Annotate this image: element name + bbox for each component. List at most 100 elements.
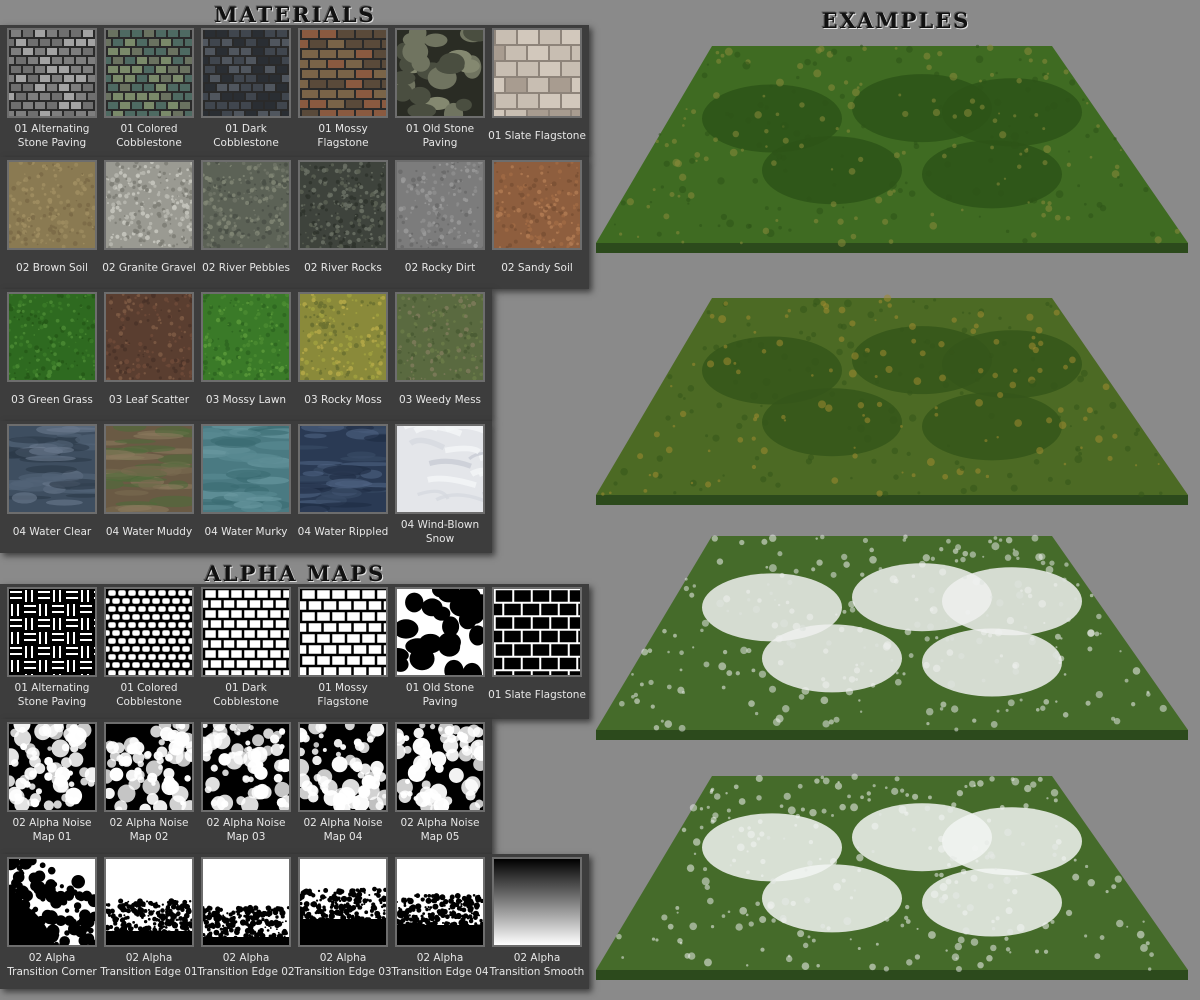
alpha-map-label: 02 Alpha Transition Edge 04 <box>391 952 489 978</box>
alpha-map-preview-alpha-brick-small <box>191 589 300 679</box>
terrain-render-terrain-snow-heavy <box>596 773 1188 980</box>
material-swatch[interactable] <box>201 160 291 250</box>
material-preview-soil-red <box>493 160 581 250</box>
alpha-map-preview-alpha-noise <box>390 721 489 814</box>
material-swatch[interactable] <box>7 292 97 383</box>
alpha-map-preview-alpha-gradient <box>494 859 580 945</box>
material-swatch[interactable] <box>276 422 412 518</box>
material-swatch[interactable] <box>298 292 388 382</box>
alpha-map-swatch[interactable] <box>3 855 101 952</box>
alpha-map-swatch[interactable] <box>390 721 489 814</box>
alpha-map-preview-alpha-noise <box>2 715 101 813</box>
material-swatch[interactable] <box>474 28 592 124</box>
alpha-map-swatch[interactable] <box>385 582 491 687</box>
terrain-render-terrain-grass <box>596 44 1188 253</box>
material-preview-cobble-green <box>96 30 207 118</box>
material-swatch[interactable] <box>0 28 110 118</box>
material-preview-water-muddy <box>77 421 207 517</box>
material-swatch[interactable] <box>77 421 207 517</box>
alpha-map-label: 02 Alpha Transition Edge 01 <box>100 952 198 978</box>
material-preview-rocks-dark <box>298 160 387 250</box>
material-swatch[interactable] <box>395 159 485 250</box>
alpha-map-swatch[interactable] <box>2 715 101 813</box>
material-label: 03 Leaf Scatter <box>108 394 190 406</box>
material-label: 02 Sandy Soil <box>501 262 573 274</box>
alpha-map-preview-alpha-corner <box>3 855 101 952</box>
material-label: 03 Mossy Lawn <box>205 394 287 406</box>
material-label: 04 Water Murky <box>204 526 288 538</box>
material-preview-water-ripple <box>276 422 412 518</box>
alpha-map-label: 02 Alpha Transition Corner <box>7 952 97 978</box>
alpha-map-swatch[interactable] <box>191 587 300 679</box>
alpha-map-swatch[interactable] <box>286 587 397 677</box>
alpha-map-swatch[interactable] <box>476 587 596 684</box>
alpha-map-label: 02 Alpha Noise Map 03 <box>206 817 286 843</box>
material-label: 04 Water Rippled <box>297 526 389 538</box>
material-preview-cobble-dark <box>193 30 304 118</box>
material-label: 02 Granite Gravel <box>102 262 196 274</box>
material-swatch[interactable] <box>7 160 97 250</box>
material-swatch[interactable] <box>395 422 529 514</box>
terrain-render-terrain-moss <box>596 294 1188 505</box>
material-preview-gravel-grey <box>104 160 194 250</box>
material-swatch[interactable] <box>284 28 398 118</box>
material-label: 01 Alternating Stone Paving <box>14 123 90 149</box>
material-label: 03 Rocky Moss <box>304 394 382 406</box>
alpha-map-swatch[interactable] <box>97 587 201 677</box>
material-preview-soil-tan <box>7 160 97 249</box>
material-label: 02 River Pebbles <box>202 262 290 274</box>
example-terrain-1 <box>592 30 1192 265</box>
example-terrain-4 <box>592 760 1192 992</box>
alpha-maps-heading: ALPHA MAPS <box>204 561 386 586</box>
alpha-map-preview-alpha-weave <box>9 589 106 686</box>
alpha-map-swatch[interactable] <box>297 857 388 1000</box>
alpha-map-label: 01 Colored Cobblestone <box>116 682 182 708</box>
material-label: 01 Old Stone Paving <box>405 123 475 149</box>
material-preview-moss-yellow <box>298 292 388 382</box>
material-swatch[interactable] <box>176 424 313 514</box>
material-label: 02 Rocky Dirt <box>404 262 476 274</box>
alpha-map-label: 01 Alternating Stone Paving <box>14 682 90 708</box>
material-swatch[interactable] <box>395 292 485 382</box>
material-preview-water-clear <box>0 424 116 512</box>
material-label: 01 Colored Cobblestone <box>116 123 182 149</box>
alpha-map-preview-alpha-brick <box>286 589 397 677</box>
material-swatch[interactable] <box>492 160 582 250</box>
material-swatch[interactable] <box>298 160 388 250</box>
alpha-map-swatch[interactable] <box>394 857 485 1000</box>
material-label: 02 River Rocks <box>304 262 382 274</box>
material-swatch[interactable] <box>104 292 195 382</box>
material-preview-snow <box>397 422 529 512</box>
alpha-map-label: 02 Alpha Transition Edge 03 <box>294 952 392 978</box>
alpha-map-swatch[interactable] <box>492 857 582 947</box>
alpha-map-swatch[interactable] <box>98 718 199 818</box>
material-preview-leaves <box>104 292 195 382</box>
material-preview-paving <box>0 30 110 118</box>
alpha-map-label: 02 Alpha Noise Map 01 <box>12 817 92 843</box>
alpha-map-preview-alpha-edge <box>297 859 388 1000</box>
material-label: 03 Green Grass <box>11 394 93 406</box>
material-preview-weeds <box>397 292 484 382</box>
material-swatch[interactable] <box>104 160 194 250</box>
alpha-map-swatch[interactable] <box>201 857 291 1000</box>
alpha-map-swatch[interactable] <box>104 857 194 1000</box>
material-swatch[interactable] <box>193 28 304 118</box>
material-swatch[interactable] <box>201 292 292 382</box>
alpha-map-preview-alpha-edge <box>394 859 485 1000</box>
alpha-map-swatch[interactable] <box>7 587 106 686</box>
material-swatch[interactable] <box>96 28 207 118</box>
material-swatch[interactable] <box>391 22 493 126</box>
material-label: 03 Weedy Mess <box>398 394 482 406</box>
alpha-map-swatch[interactable] <box>291 719 393 816</box>
example-terrain-2 <box>592 282 1192 517</box>
alpha-map-swatch[interactable] <box>195 718 294 814</box>
material-preview-dirt-grey <box>396 159 484 249</box>
alpha-map-preview-alpha-voronoi <box>385 582 491 687</box>
alpha-map-label: 01 Dark Cobblestone <box>213 682 279 708</box>
alpha-map-preview-alpha-grid <box>476 589 596 684</box>
alpha-map-label: 02 Alpha Transition Smooth <box>489 952 585 978</box>
alpha-map-preview-alpha-edge <box>201 859 291 1000</box>
material-swatch[interactable] <box>0 424 116 514</box>
material-preview-lawn <box>202 292 292 382</box>
material-preview-pebbles-olive <box>201 160 291 249</box>
